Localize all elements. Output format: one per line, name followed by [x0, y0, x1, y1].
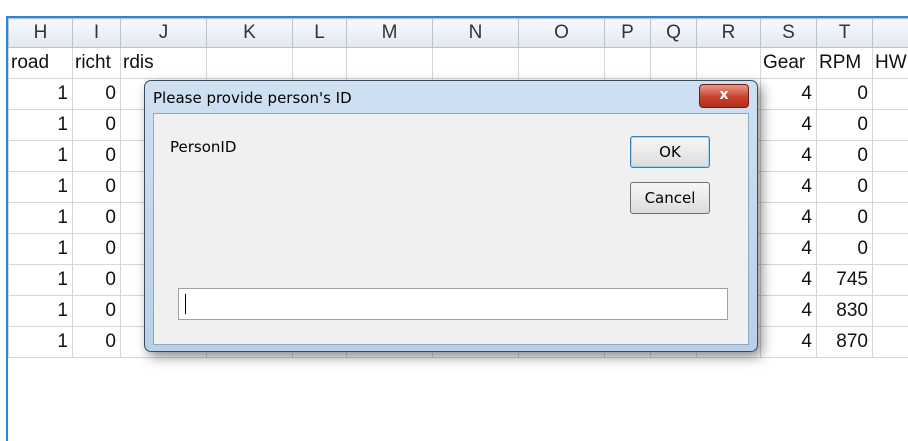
cell[interactable]: 10: [873, 110, 908, 141]
close-icon: x: [719, 87, 728, 103]
cell[interactable]: 0: [73, 172, 121, 203]
input-dialog: Please provide person's ID x PersonID OK…: [144, 80, 758, 352]
cell[interactable]: 1: [9, 203, 73, 234]
cell[interactable]: [207, 48, 293, 79]
cell[interactable]: [519, 48, 605, 79]
field-name-row: roadrichtrdis GearRPMHW: [9, 48, 908, 79]
cell[interactable]: 0: [73, 141, 121, 172]
cell[interactable]: 4: [761, 203, 817, 234]
column-header[interactable]: H: [9, 19, 73, 48]
cell[interactable]: 0: [73, 327, 121, 358]
cell[interactable]: 10: [873, 327, 908, 358]
cell[interactable]: [293, 48, 347, 79]
cell[interactable]: HW: [873, 48, 908, 79]
cell[interactable]: 4: [761, 79, 817, 110]
column-header[interactable]: Q: [651, 19, 697, 48]
cell[interactable]: 10: [873, 79, 908, 110]
cell[interactable]: 830: [817, 296, 873, 327]
column-header[interactable]: I: [73, 19, 121, 48]
person-id-input[interactable]: [178, 288, 728, 320]
cell[interactable]: 0: [73, 296, 121, 327]
cell[interactable]: 4: [761, 296, 817, 327]
column-header[interactable]: S: [761, 19, 817, 48]
cell[interactable]: Gear: [761, 48, 817, 79]
cell[interactable]: 0: [817, 110, 873, 141]
cell[interactable]: 0: [73, 203, 121, 234]
text-caret: [185, 294, 186, 314]
column-header[interactable]: P: [605, 19, 651, 48]
cell[interactable]: [697, 48, 761, 79]
cell[interactable]: 0: [73, 265, 121, 296]
cell[interactable]: RPM: [817, 48, 873, 79]
cell[interactable]: 0: [817, 172, 873, 203]
column-header[interactable]: K: [207, 19, 293, 48]
column-header-row: HIJKLMNOPQRST: [9, 19, 908, 48]
cell[interactable]: [347, 48, 433, 79]
cell[interactable]: 10: [873, 141, 908, 172]
column-header[interactable]: L: [293, 19, 347, 48]
cell[interactable]: 1: [9, 296, 73, 327]
cell[interactable]: richt: [73, 48, 121, 79]
cell[interactable]: [605, 48, 651, 79]
cell[interactable]: 0: [73, 79, 121, 110]
dialog-title: Please provide person's ID: [153, 89, 352, 107]
cell[interactable]: 10: [873, 265, 908, 296]
column-header[interactable]: J: [121, 19, 207, 48]
cell[interactable]: 1: [9, 141, 73, 172]
cell[interactable]: 1: [9, 327, 73, 358]
cell[interactable]: 870: [817, 327, 873, 358]
cell[interactable]: [651, 48, 697, 79]
column-header[interactable]: T: [817, 19, 873, 48]
column-header[interactable]: N: [433, 19, 519, 48]
cell[interactable]: 0: [73, 110, 121, 141]
cell[interactable]: 10: [873, 172, 908, 203]
cell[interactable]: 1: [9, 265, 73, 296]
close-button[interactable]: x: [699, 84, 749, 108]
prompt-label: PersonID: [170, 138, 236, 156]
column-header[interactable]: R: [697, 19, 761, 48]
cell[interactable]: 4: [761, 172, 817, 203]
column-header[interactable]: O: [519, 19, 605, 48]
cell[interactable]: 0: [817, 234, 873, 265]
column-header[interactable]: M: [347, 19, 433, 48]
cell[interactable]: 4: [761, 265, 817, 296]
cell[interactable]: 1: [9, 110, 73, 141]
cell[interactable]: 1: [9, 172, 73, 203]
cell[interactable]: 10: [873, 203, 908, 234]
cancel-button[interactable]: Cancel: [630, 182, 710, 214]
cell[interactable]: 10: [873, 234, 908, 265]
dialog-body: PersonID OK Cancel: [153, 113, 749, 345]
cell[interactable]: 1: [9, 79, 73, 110]
cell[interactable]: road: [9, 48, 73, 79]
cell[interactable]: 4: [761, 141, 817, 172]
cell[interactable]: rdis: [121, 48, 207, 79]
cell[interactable]: 745: [817, 265, 873, 296]
cell[interactable]: [433, 48, 519, 79]
cell[interactable]: 4: [761, 110, 817, 141]
cell[interactable]: 0: [73, 234, 121, 265]
cell[interactable]: 0: [817, 79, 873, 110]
column-header[interactable]: [873, 19, 908, 48]
cell[interactable]: 10: [873, 296, 908, 327]
cell[interactable]: 1: [9, 234, 73, 265]
cell[interactable]: 0: [817, 203, 873, 234]
ok-button[interactable]: OK: [630, 136, 710, 168]
cell[interactable]: 4: [761, 327, 817, 358]
cell[interactable]: 0: [817, 141, 873, 172]
cell[interactable]: 4: [761, 234, 817, 265]
